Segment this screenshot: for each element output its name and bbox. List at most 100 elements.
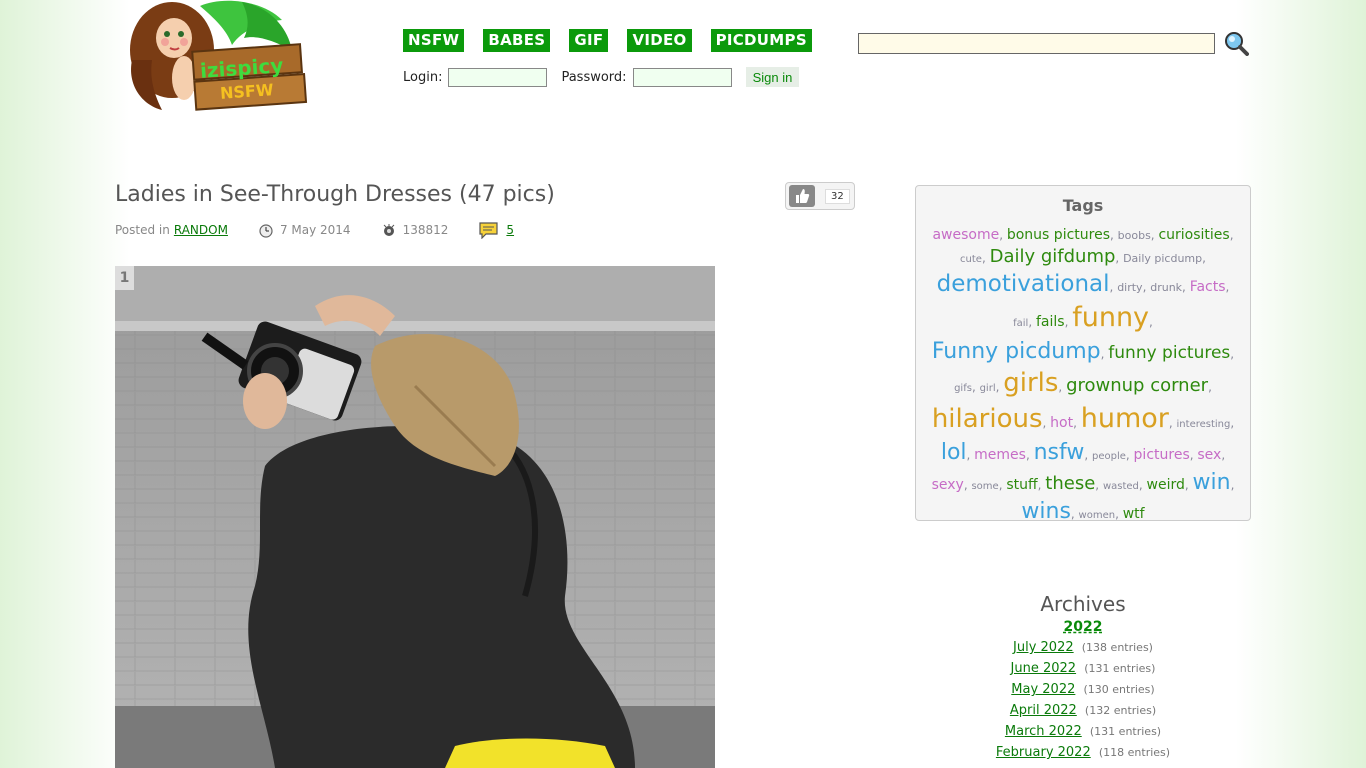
logo-text-bottom: NSFW: [219, 80, 275, 103]
archives-title: Archives: [1040, 592, 1126, 616]
archive-item: March 2022 (131 entries): [915, 721, 1251, 742]
archive-count: (131 entries): [1089, 725, 1162, 738]
archive-item: April 2022 (132 entries): [915, 700, 1251, 721]
tag-link[interactable]: girls: [1003, 368, 1058, 398]
tag-link[interactable]: curiosities: [1158, 227, 1229, 243]
tag-link[interactable]: gifs: [954, 383, 972, 394]
tag-link[interactable]: sex: [1197, 447, 1221, 463]
tag-separator: ,: [1221, 447, 1226, 462]
signin-button[interactable]: Sign in: [745, 67, 800, 87]
tag-link[interactable]: drunk: [1150, 281, 1182, 294]
tag-link[interactable]: demotivational: [937, 271, 1110, 297]
tag-link[interactable]: fails: [1036, 314, 1065, 330]
photo-number: 1: [115, 266, 134, 290]
post-comments[interactable]: 5: [478, 221, 514, 239]
tag-link[interactable]: wtf: [1123, 506, 1145, 522]
tag-link[interactable]: interesting: [1177, 419, 1231, 430]
nav-nsfw[interactable]: NSFW: [403, 29, 465, 52]
comments-link[interactable]: 5: [506, 223, 514, 237]
tag-separator: ,: [1042, 416, 1051, 431]
login-label: Login:: [403, 69, 443, 85]
archive-month-link[interactable]: February 2022: [996, 745, 1091, 760]
archive-year[interactable]: 2022: [915, 619, 1251, 635]
tag-link[interactable]: fail: [1013, 318, 1028, 329]
tag-link[interactable]: dirty: [1117, 281, 1142, 294]
nav-picdumps[interactable]: PICDUMPS: [710, 29, 812, 52]
tag-separator: ,: [1138, 477, 1147, 492]
tag-link[interactable]: sexy: [932, 477, 964, 493]
tags-widget: Tags awesome, bonus pictures, boobs, cur…: [915, 185, 1251, 524]
post-photo[interactable]: 1: [115, 266, 715, 768]
tag-separator: ,: [1229, 228, 1234, 242]
tag-separator: ,: [1168, 416, 1177, 431]
thumbs-up-icon: [796, 189, 810, 203]
tag-link[interactable]: wins: [1021, 499, 1071, 524]
post-date: 7 May 2014: [258, 222, 351, 238]
login-input[interactable]: [448, 67, 548, 87]
like-button[interactable]: [789, 185, 815, 207]
tag-link[interactable]: boobs: [1118, 229, 1151, 242]
tag-link[interactable]: win: [1193, 470, 1231, 495]
post-views: 138812: [381, 222, 449, 238]
tag-link[interactable]: Daily gifdump: [990, 246, 1116, 267]
archive-month-link[interactable]: March 2022: [1005, 724, 1082, 739]
search-input[interactable]: [858, 32, 1215, 54]
posted-in-label: Posted in: [115, 223, 170, 237]
category-link[interactable]: RANDOM: [174, 223, 228, 237]
tag-link[interactable]: Facts: [1190, 279, 1226, 295]
tag-separator: ,: [999, 228, 1007, 242]
tag-link[interactable]: these: [1045, 473, 1095, 494]
tag-link[interactable]: humor: [1081, 403, 1169, 434]
nav-video[interactable]: VIDEO: [627, 29, 692, 52]
tag-separator: ,: [1184, 477, 1193, 492]
clock-icon: [259, 224, 273, 238]
tag-separator: ,: [1225, 280, 1230, 295]
tag-separator: ,: [1058, 380, 1067, 395]
archive-month-link[interactable]: June 2022: [1011, 661, 1077, 676]
archive-count: (132 entries): [1084, 704, 1157, 717]
post-title: Ladies in See-Through Dresses (47 pics): [115, 182, 555, 207]
tag-link[interactable]: hot: [1050, 415, 1073, 431]
nav-gif[interactable]: GIF: [569, 29, 609, 52]
tag-link[interactable]: Daily picdump: [1123, 252, 1202, 265]
password-input[interactable]: [632, 67, 732, 87]
archive-month-link[interactable]: July 2022: [1013, 640, 1074, 655]
tag-link[interactable]: lol: [941, 440, 967, 465]
eye-icon: [383, 224, 394, 236]
tag-link[interactable]: memes: [974, 447, 1026, 463]
site-logo[interactable]: izispicy NSFW: [122, 0, 308, 115]
archive-item: June 2022 (131 entries): [915, 658, 1251, 679]
tag-link[interactable]: funny pictures: [1108, 343, 1230, 363]
tag-link[interactable]: hilarious: [932, 404, 1043, 434]
tag-link[interactable]: bonus pictures: [1007, 227, 1110, 243]
tag-link[interactable]: people: [1092, 451, 1126, 462]
tag-link[interactable]: stuff: [1006, 477, 1037, 493]
tag-separator: ,: [981, 250, 990, 265]
archive-item: May 2022 (130 entries): [915, 679, 1251, 700]
archive-count: (130 entries): [1083, 683, 1155, 696]
password-label: Password:: [561, 69, 627, 85]
tag-link[interactable]: girl: [980, 383, 996, 394]
tag-link[interactable]: cute: [960, 254, 982, 265]
archive-month-link[interactable]: April 2022: [1010, 703, 1077, 718]
tag-link[interactable]: pictures: [1134, 447, 1190, 463]
tag-link[interactable]: wasted: [1103, 481, 1139, 492]
nav-babes[interactable]: BABES: [483, 29, 551, 52]
post-meta: Posted in RANDOM 7 May 2014 138812 5: [115, 221, 514, 239]
tag-link[interactable]: funny: [1072, 302, 1149, 333]
tag-link[interactable]: weird: [1147, 477, 1185, 493]
tag-link[interactable]: nsfw: [1034, 440, 1085, 465]
archive-month-link[interactable]: May 2022: [1011, 682, 1075, 697]
archive-count: (131 entries): [1084, 662, 1156, 675]
tag-separator: ,: [1084, 447, 1092, 462]
tag-separator: ,: [1028, 315, 1036, 330]
views-count: 138812: [402, 223, 449, 237]
search-button[interactable]: [1223, 30, 1249, 56]
tag-link[interactable]: grownup corner: [1066, 375, 1208, 396]
tag-link[interactable]: some: [971, 481, 998, 492]
tag-separator: ,: [1230, 477, 1235, 492]
tag-link[interactable]: Funny picdump: [932, 339, 1101, 364]
tag-separator: ,: [1230, 346, 1235, 361]
tag-link[interactable]: awesome: [932, 227, 999, 243]
tag-link[interactable]: women: [1079, 510, 1116, 521]
